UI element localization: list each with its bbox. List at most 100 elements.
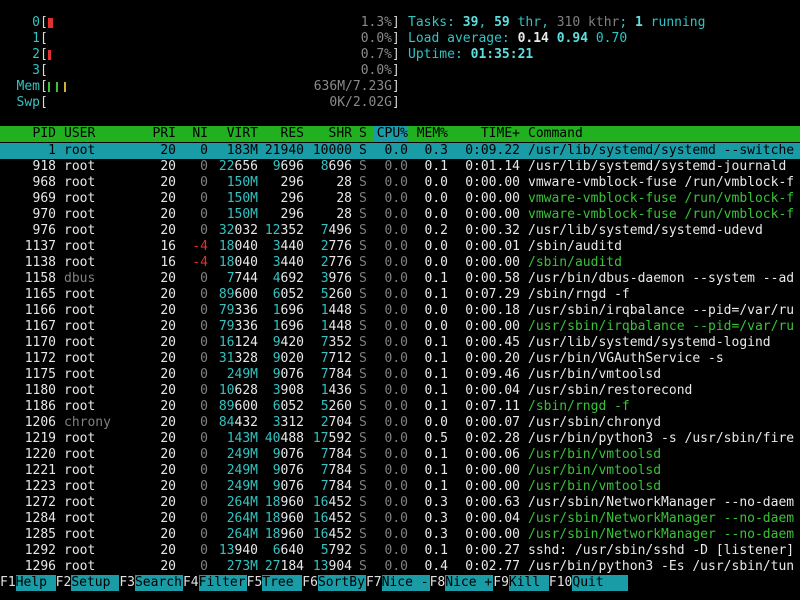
column-header-s[interactable]: S — [359, 126, 369, 142]
fkey-help-key[interactable]: F1 — [0, 575, 16, 591]
cell-s: S — [359, 431, 367, 446]
meter-open-bracket: [ — [40, 15, 48, 30]
process-row[interactable]: 1170 root 20 0 16124 9420 7352 S 0.0 0.1 0:00.45/u… — [0, 335, 800, 351]
cell-virt: 13940 — [218, 543, 258, 558]
cell-ni: 0 — [200, 463, 208, 478]
process-row[interactable]: 1296 root 20 0 273M 27184 13904 S 0.0 0.4 0:02.77 /… — [0, 559, 800, 575]
process-row[interactable]: 1272 root 20 0 264M 18960 16452 S 0.0 0.3 0:00.63 /… — [0, 495, 800, 511]
fkey-help-button[interactable]: Help — [15, 575, 56, 591]
process-row[interactable]: 1167 root 20 0 79336 1696 1448 S 0.0 0.0 0:00.00/u… — [0, 319, 800, 335]
meter-open-bracket: [ — [40, 95, 48, 110]
column-header-time[interactable]: TIME+ — [456, 126, 520, 142]
cell-virt: 31328 — [218, 351, 258, 366]
cell-res: 296 — [280, 191, 304, 206]
process-row[interactable]: 1165 root 20 0 89600 6052 5260 S 0.0 0.1 0:07.29/s… — [0, 287, 800, 303]
process-row[interactable]: 969 root 20 0 150M 296 28 S 0.0 0.0 0:00.00 vmware-… — [0, 191, 800, 207]
cell-shr: 7784 — [320, 463, 352, 478]
cell-mem: 0.1 — [424, 335, 448, 350]
cell-s: S — [359, 335, 367, 350]
column-header-ni[interactable]: NI — [184, 126, 208, 142]
process-row[interactable]: 1158 dbus 20 0 7744 4692 3976 S 0.0 0.1 0:00.58/us… — [0, 271, 800, 287]
column-header-cpu[interactable]: CPU% — [374, 126, 408, 142]
fkey-setup-button[interactable]: Setup — [71, 575, 120, 591]
process-row[interactable]: 918 root 20 0 22656 9696 8696 S 0.0 0.1 0:01.14/us… — [0, 159, 800, 175]
column-header-pid[interactable]: PID — [0, 126, 56, 142]
fkey-search-key[interactable]: F3 — [119, 575, 135, 591]
process-row[interactable]: 970 root 20 0 150M 296 28 S 0.0 0.0 0:00.00 vmware-… — [0, 207, 800, 223]
fkey-sortby-key[interactable]: F6 — [302, 575, 318, 591]
fkey-nice--button[interactable]: Nice + — [445, 575, 494, 591]
cell-command: /usr/bin/vmtoolsd — [528, 447, 662, 462]
meter-label: Mem — [16, 79, 40, 94]
process-row[interactable]: 1137 root 16 -4 18040 3440 2776 S 0.0 0.0 0:00.01 /… — [0, 239, 800, 255]
process-row[interactable]: 1 root 20 0 183M 21940 10000 S 0.0 0.3 0:09.22/usr… — [0, 143, 800, 159]
cell-shr: 16452 — [312, 495, 352, 510]
process-row[interactable]: 1223 root 20 0 249M 9076 7784 S 0.0 0.1 0:00.00/us… — [0, 479, 800, 495]
cell-ni: 0 — [200, 447, 208, 462]
cell-pri: 20 — [160, 143, 176, 158]
process-row[interactable]: 1206 chrony 20 0 84432 3312 2704 S 0.0 0.0 0:00.07… — [0, 415, 800, 431]
process-row[interactable]: 1292 root 20 0 13940 6640 5792 S 0.0 0.1 0:00.27 ss… — [0, 543, 800, 559]
cell-mem: 0.3 — [424, 143, 448, 158]
column-header-command[interactable]: Command — [528, 126, 800, 142]
process-row[interactable]: 1186 root 20 0 89600 6052 5260 S 0.0 0.1 0:07.11/s… — [0, 399, 800, 415]
cell-ni: 0 — [200, 271, 208, 286]
fkey-quit-button[interactable]: Quit — [572, 575, 629, 591]
cell-time: 0:00.00 — [465, 175, 520, 190]
cell-user: root — [64, 191, 96, 206]
cell-mem: 0.0 — [424, 415, 448, 430]
fkey-nice--key[interactable]: F7 — [366, 575, 382, 591]
fkey-search-button[interactable]: Search — [134, 575, 183, 591]
process-row[interactable]: 1172 root 20 0 31328 9020 7712 S 0.0 0.1 0:00.20/u… — [0, 351, 800, 367]
cell-s: S — [359, 383, 367, 398]
process-row[interactable]: 1221 root 20 0 249M 9076 7784 S 0.0 0.1 0:00.00/us… — [0, 463, 800, 479]
column-header-user[interactable]: USER — [64, 126, 144, 142]
process-row[interactable]: 1285 root 20 0 264M 18960 16452 S 0.0 0.3 0:00.00 /… — [0, 527, 800, 543]
process-row[interactable]: 1175 root 20 0 249M 9076 7784 S 0.0 0.1 0:09.46/us… — [0, 367, 800, 383]
fkey-setup-key[interactable]: F2 — [56, 575, 72, 591]
process-row[interactable]: 1284 root 20 0 264M 18960 16452 S 0.0 0.3 0:00.04 /… — [0, 511, 800, 527]
kthreads-count: 310 kthr — [556, 15, 620, 30]
cell-virt: 249M — [226, 463, 258, 478]
cell-shr: 28 — [336, 191, 352, 206]
fkey-kill-button[interactable]: Kill — [508, 575, 549, 591]
column-header-shr[interactable]: SHR — [312, 126, 352, 142]
cell-user: root — [64, 383, 96, 398]
process-row[interactable]: 1166 root 20 0 79336 1696 1448 S 0.0 0.0 0:00.18/u… — [0, 303, 800, 319]
fkey-filter-key[interactable]: F4 — [183, 575, 199, 591]
process-row[interactable]: 1138 root 16 -4 18040 3440 2776 S 0.0 0.0 0:00.00 /… — [0, 255, 800, 271]
cell-user: root — [64, 495, 96, 510]
cell-command: /sbin/rngd -f — [528, 287, 630, 302]
fkey-tree-button[interactable]: Tree — [262, 575, 303, 591]
tasks-count: 39 — [462, 15, 479, 30]
fkey-kill-key[interactable]: F9 — [493, 575, 509, 591]
cell-shr: 1448 — [320, 319, 352, 334]
fkey-quit-key[interactable]: F10 — [549, 575, 572, 591]
cell-pri: 20 — [160, 303, 176, 318]
cell-res: 18960 — [264, 511, 304, 526]
column-header-virt[interactable]: VIRT — [214, 126, 258, 142]
fkey-nice--button[interactable]: Nice - — [381, 575, 430, 591]
fkey-tree-key[interactable]: F5 — [247, 575, 263, 591]
cell-user: root — [64, 447, 96, 462]
fkey-filter-button[interactable]: Filter — [198, 575, 247, 591]
cell-shr: 16452 — [312, 511, 352, 526]
fkey-sortby-button[interactable]: SortBy — [317, 575, 366, 591]
process-row[interactable]: 1180 root 20 0 10628 3908 1436 S 0.0 0.1 0:00.04/u… — [0, 383, 800, 399]
column-header-res[interactable]: RES — [264, 126, 304, 142]
process-row[interactable]: 1219 root 20 0 143M 40488 17592 S 0.0 0.5 0:02.28 /… — [0, 431, 800, 447]
column-header-mem[interactable]: MEM% — [414, 126, 448, 142]
fkey-nice--key[interactable]: F8 — [430, 575, 446, 591]
process-row[interactable]: 1220 root 20 0 249M 9076 7784 S 0.0 0.1 0:00.06/us… — [0, 447, 800, 463]
cell-pri: 20 — [160, 415, 176, 430]
cell-ni: 0 — [200, 143, 208, 158]
cell-time: 0:00.04 — [465, 383, 520, 398]
column-header-pri[interactable]: PRI — [144, 126, 176, 142]
cell-user: root — [64, 175, 96, 190]
cell-user: root — [64, 207, 96, 222]
cell-pri: 20 — [160, 271, 176, 286]
cell-user: root — [64, 335, 96, 350]
process-row[interactable]: 968 root 20 0 150M 296 28 S 0.0 0.0 0:00.00 vmware-… — [0, 175, 800, 191]
process-row[interactable]: 976 root 20 0 32032 12352 7496 S 0.0 0.2 0:00.32/u… — [0, 223, 800, 239]
cell-shr: 28 — [336, 207, 352, 222]
